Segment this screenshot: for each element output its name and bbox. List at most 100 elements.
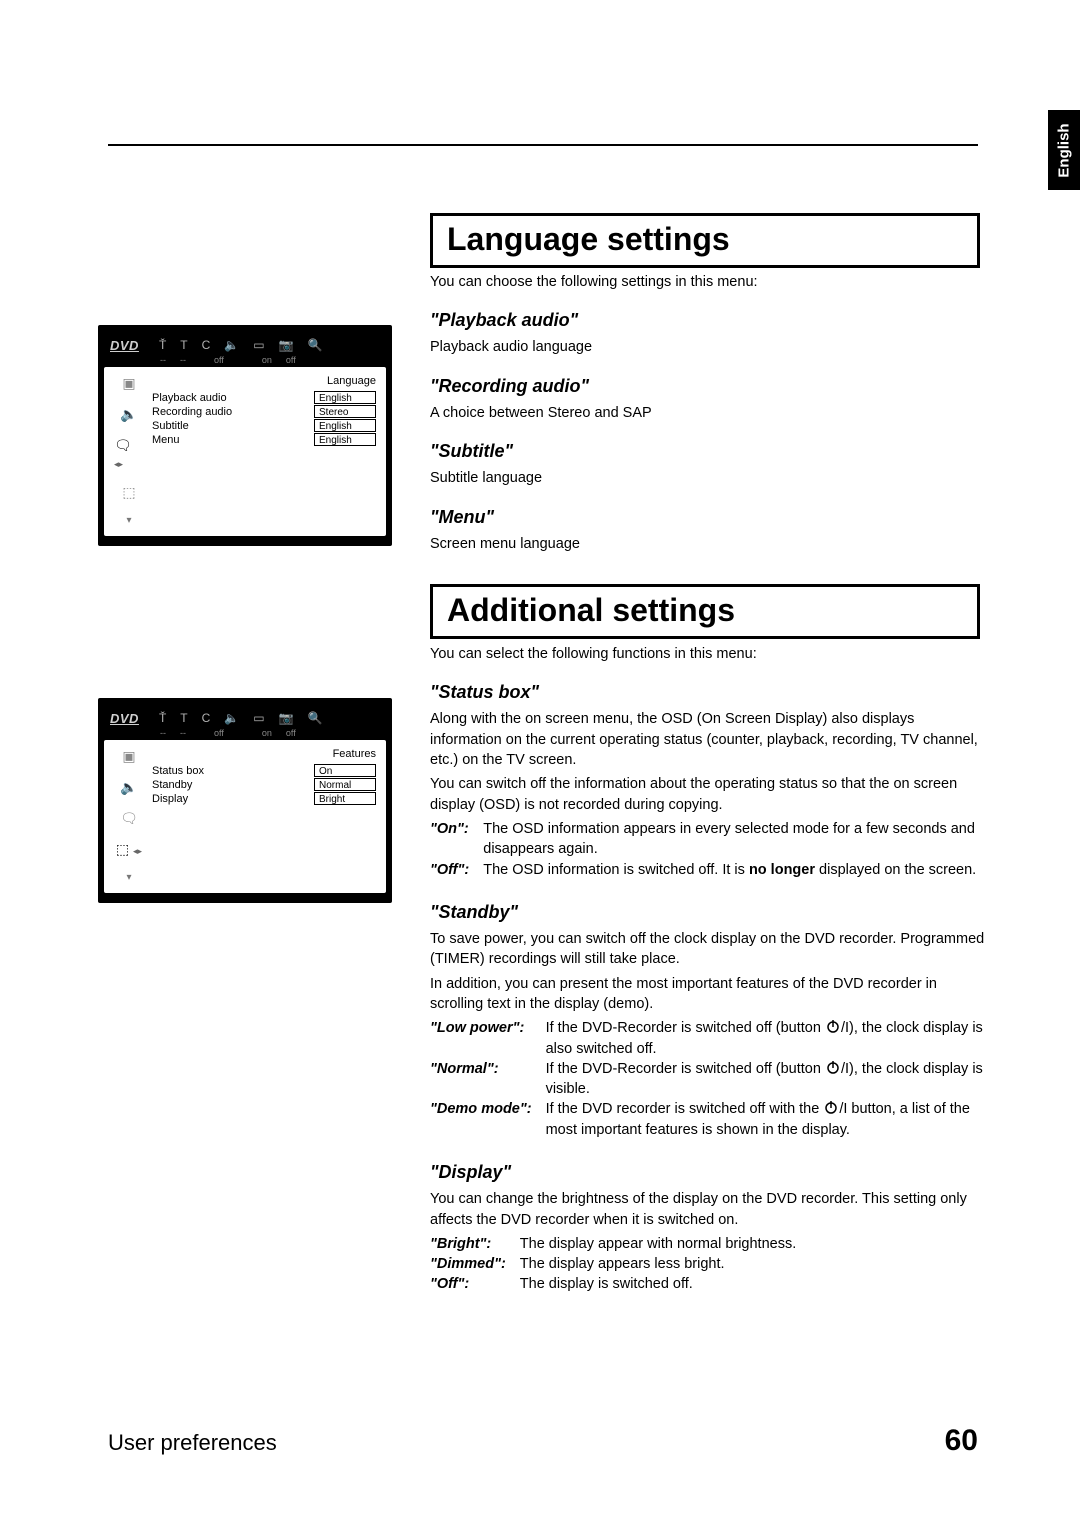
picture-icon: ▣ — [122, 375, 135, 392]
subtitle-icon: ▭ — [253, 338, 264, 352]
language-settings-body: You can choose the following settings in… — [430, 268, 980, 558]
definition: The display is switched off. — [520, 1274, 796, 1294]
sound-icon: 🔈 — [120, 406, 137, 423]
osd-status: off — [214, 355, 224, 365]
paragraph: You can switch off the information about… — [430, 774, 990, 815]
page-number: 60 — [945, 1424, 978, 1458]
sub-desc: Subtitle language — [430, 468, 980, 488]
paragraph: You can change the brightness of the dis… — [430, 1189, 990, 1230]
definition: If the DVD recorder is switched off with… — [546, 1099, 990, 1140]
osd-status: -- — [180, 728, 186, 738]
osd-content: Language Playback audioEnglish Recording… — [144, 375, 376, 526]
chapter-icon: C — [202, 338, 211, 352]
title-icon: T — [180, 338, 187, 352]
language-icon: 🗨 ◂▸ — [114, 437, 144, 470]
osd-row-value: English — [314, 419, 376, 432]
intro-text: You can select the following functions i… — [430, 644, 990, 664]
zoom-icon: 🔍 — [308, 711, 323, 725]
osd-row: Status boxOn — [152, 764, 376, 777]
osd-row: Playback audioEnglish — [152, 391, 376, 404]
sub-heading: "Recording audio" — [430, 374, 980, 399]
section-header-additional-settings: Additional settings — [430, 584, 980, 639]
title-icon: T — [180, 711, 187, 725]
osd-panel: ▣ 🔈 🗨 ⬚ ◂▸ ▾ Features Status boxOn Stand… — [104, 740, 386, 893]
definition-list: "Bright":The display appear with normal … — [430, 1234, 796, 1295]
footer-title: User preferences — [108, 1430, 277, 1456]
paragraph: Along with the on screen menu, the OSD (… — [430, 709, 990, 770]
definition: The OSD information is switched off. It … — [483, 860, 990, 880]
audio-icon: 🔈 — [224, 711, 239, 725]
osd-row-value: On — [314, 764, 376, 777]
osd-status: on — [262, 355, 272, 365]
camera-icon: 📷 — [279, 338, 294, 352]
definition: The display appears less bright. — [520, 1254, 796, 1274]
language-tab: English — [1048, 110, 1080, 190]
osd-status-row: -- -- off on off — [104, 353, 386, 367]
osd-content: Features Status boxOn StandbyNormal Disp… — [144, 748, 376, 883]
paragraph: To save power, you can switch off the cl… — [430, 929, 990, 970]
definition: If the DVD-Recorder is switched off (but… — [546, 1059, 990, 1100]
osd-row-label: Standby — [152, 779, 314, 791]
osd-features-menu: DVD Ť T C 🔈 ▭ 📷 🔍 -- -- off on off ▣ 🔈 🗨… — [98, 698, 392, 903]
features-icon: ⬚ — [122, 484, 135, 501]
osd-row-label: Menu — [152, 434, 314, 446]
term: "On": — [430, 819, 483, 860]
osd-row: Recording audioStereo — [152, 405, 376, 418]
sub-heading: "Menu" — [430, 505, 980, 530]
osd-language-menu: DVD Ť T C 🔈 ▭ 📷 🔍 -- -- off on off ▣ 🔈 🗨… — [98, 325, 392, 546]
osd-side-icons: ▣ 🔈 🗨 ⬚ ◂▸ ▾ — [114, 748, 144, 883]
chevron-down-icon: ▾ — [126, 515, 131, 526]
power-icon — [825, 1018, 841, 1034]
sub-heading: "Status box" — [430, 680, 990, 705]
osd-status: -- — [180, 355, 186, 365]
sound-icon: 🔈 — [120, 779, 137, 796]
term: "Off": — [430, 860, 483, 880]
osd-status-row: -- -- off on off — [104, 726, 386, 740]
picture-icon: ▣ — [122, 748, 135, 765]
osd-side-icons: ▣ 🔈 🗨 ◂▸ ⬚ ▾ — [114, 375, 144, 526]
term: "Off": — [430, 1274, 520, 1294]
osd-row: SubtitleEnglish — [152, 419, 376, 432]
osd-row-label: Status box — [152, 765, 314, 777]
osd-status: on — [262, 728, 272, 738]
osd-row: StandbyNormal — [152, 778, 376, 791]
tuner-icon: Ť — [159, 338, 166, 352]
language-icon: 🗨 — [120, 810, 138, 827]
zoom-icon: 🔍 — [308, 338, 323, 352]
dvd-logo: DVD — [110, 711, 139, 726]
page-footer: User preferences 60 — [108, 1424, 978, 1458]
osd-row-label: Subtitle — [152, 420, 314, 432]
section-header-language-settings: Language settings — [430, 213, 980, 268]
osd-row-value: English — [314, 433, 376, 446]
osd-row-label: Playback audio — [152, 392, 314, 404]
osd-status: -- — [160, 728, 166, 738]
osd-status: -- — [160, 355, 166, 365]
paragraph: In addition, you can present the most im… — [430, 974, 990, 1015]
sub-heading: "Display" — [430, 1160, 990, 1185]
osd-section-label: Language — [152, 375, 376, 387]
osd-row: DisplayBright — [152, 792, 376, 805]
sub-heading: "Subtitle" — [430, 439, 980, 464]
intro-text: You can choose the following settings in… — [430, 272, 980, 292]
osd-row-value: Bright — [314, 792, 376, 805]
osd-status: off — [286, 355, 296, 365]
osd-status: off — [286, 728, 296, 738]
section-header-text: Additional settings — [447, 592, 735, 628]
term: "Low power": — [430, 1018, 546, 1059]
osd-row-value: English — [314, 391, 376, 404]
term: "Dimmed": — [430, 1254, 520, 1274]
power-icon — [823, 1099, 839, 1115]
definition: The OSD information appears in every sel… — [483, 819, 990, 860]
sub-heading: "Playback audio" — [430, 308, 980, 333]
term: "Normal": — [430, 1059, 546, 1100]
definition-list: "Low power": If the DVD-Recorder is swit… — [430, 1018, 990, 1140]
osd-status: off — [214, 728, 224, 738]
osd-row-label: Display — [152, 793, 314, 805]
definition: If the DVD-Recorder is switched off (but… — [546, 1018, 990, 1059]
additional-settings-body: You can select the following functions i… — [430, 640, 990, 1297]
osd-row-label: Recording audio — [152, 406, 314, 418]
power-icon — [825, 1059, 841, 1075]
sub-desc: Screen menu language — [430, 534, 980, 554]
tuner-icon: Ť — [159, 711, 166, 725]
camera-icon: 📷 — [279, 711, 294, 725]
